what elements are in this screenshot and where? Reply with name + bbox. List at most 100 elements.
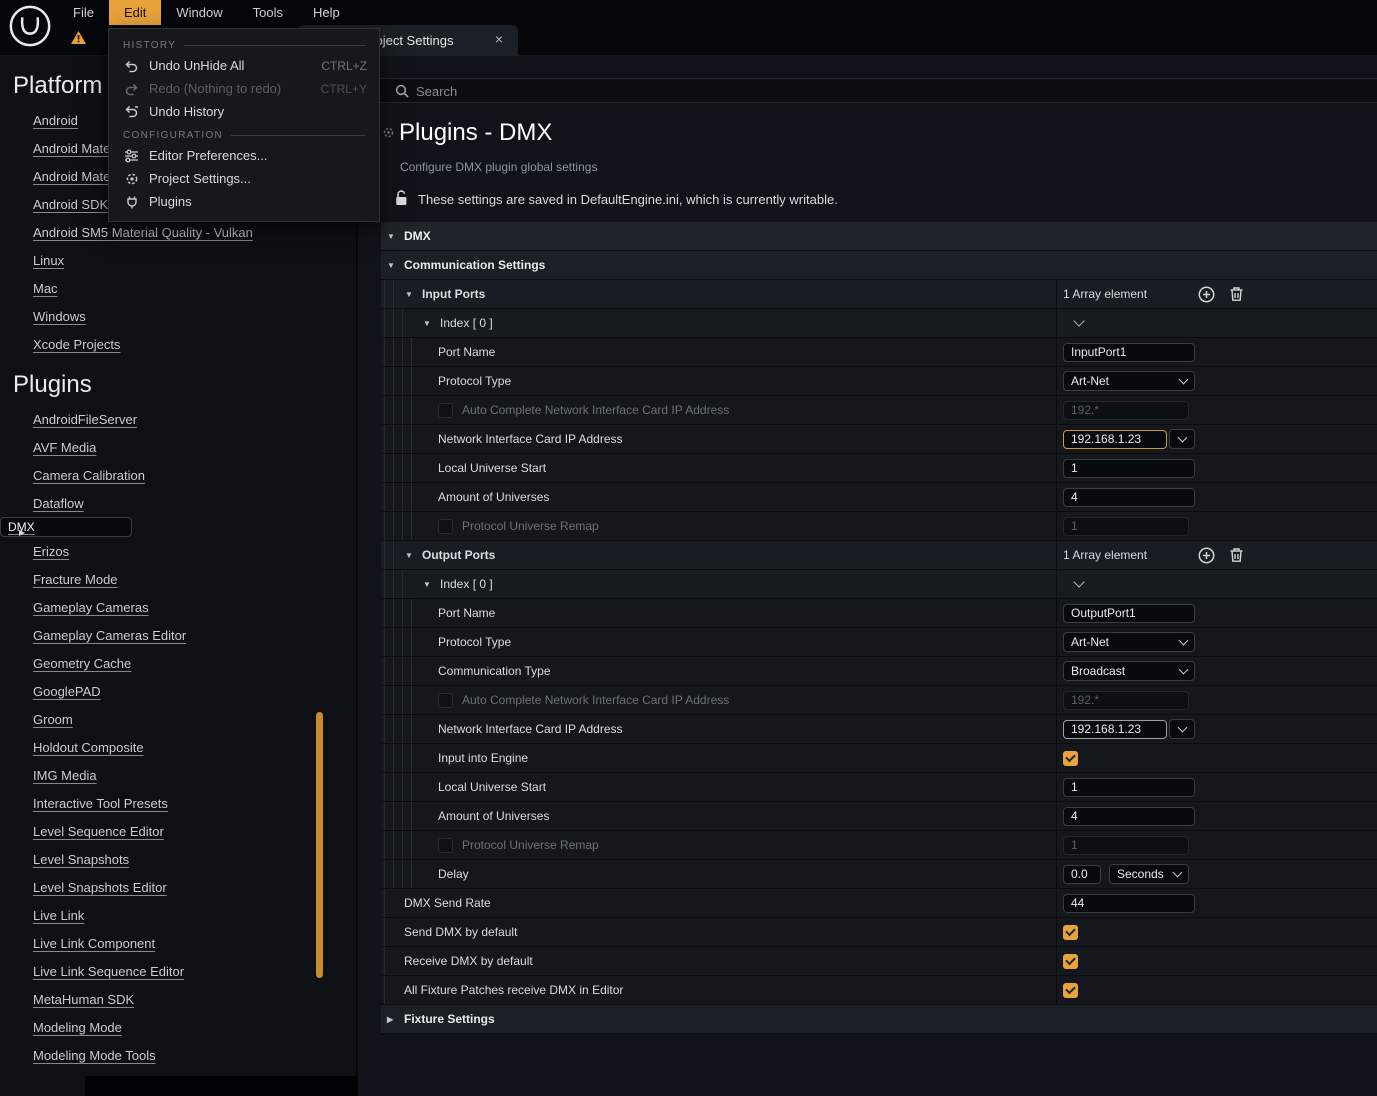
- sidebar-item-holdout-composite[interactable]: Holdout Composite: [0, 733, 356, 761]
- sidebar-item-live-link[interactable]: Live Link: [0, 901, 356, 929]
- sidebar-item-interactive-tool-presets[interactable]: Interactive Tool Presets: [0, 789, 356, 817]
- menu-item-undo-history[interactable]: Undo History: [109, 100, 379, 123]
- protocol-type-dropdown[interactable]: Art-Net: [1063, 632, 1195, 652]
- send-dmx-default-checkbox[interactable]: [1063, 925, 1078, 940]
- property-row-protocol-type: Protocol Type Art-Net: [381, 367, 1377, 396]
- menu-item-plugins[interactable]: Plugins: [109, 190, 379, 213]
- amount-of-universes-input[interactable]: [1063, 807, 1195, 826]
- local-universe-start-input[interactable]: [1063, 459, 1195, 478]
- selected-arrow-icon: [19, 528, 25, 537]
- triangle-right-icon[interactable]: [387, 1005, 404, 1034]
- sidebar-item-linux[interactable]: Linux: [0, 246, 356, 274]
- dmx-send-rate-input[interactable]: [1063, 894, 1195, 913]
- protocol-type-dropdown[interactable]: Art-Net: [1063, 371, 1195, 391]
- property-label: Auto Complete Network Interface Card IP …: [462, 403, 729, 417]
- sidebar-item-mac[interactable]: Mac: [0, 274, 356, 302]
- amount-of-universes-input[interactable]: [1063, 488, 1195, 507]
- port-name-input[interactable]: [1063, 343, 1195, 362]
- menu-file[interactable]: File: [58, 0, 109, 25]
- chevron-down-icon[interactable]: [1073, 576, 1084, 587]
- sidebar-item-level-snapshots-editor[interactable]: Level Snapshots Editor: [0, 873, 356, 901]
- search-input[interactable]: [416, 81, 1016, 101]
- nic-ip-dropdown-button[interactable]: [1169, 719, 1195, 739]
- universe-remap-checkbox[interactable]: [438, 519, 453, 534]
- index-label: Index [ 0 ]: [440, 577, 493, 591]
- property-row-protocol-universe-remap: Protocol Universe Remap: [381, 831, 1377, 860]
- sidebar-item-metahuman-sdk[interactable]: MetaHuman SDK: [0, 985, 356, 1013]
- category-label: Fixture Settings: [404, 1012, 495, 1026]
- nic-ip-dropdown-button[interactable]: [1169, 429, 1195, 449]
- unlocked-padlock-icon: [395, 190, 408, 209]
- array-count: 1 Array element: [1063, 287, 1147, 301]
- property-row-communication-type: Communication Type Broadcast: [381, 657, 1377, 686]
- chevron-down-icon: [1179, 375, 1189, 385]
- sidebar-item-level-snapshots[interactable]: Level Snapshots: [0, 845, 356, 873]
- sidebar-item-fracture-mode[interactable]: Fracture Mode: [0, 565, 356, 593]
- array-count: 1 Array element: [1063, 548, 1147, 562]
- sidebar-item-erizos[interactable]: Erizos: [0, 537, 356, 565]
- triangle-down-icon[interactable]: [387, 222, 404, 251]
- sidebar-item-dmx[interactable]: DMX: [0, 517, 132, 537]
- sidebar-item-camera-calibration[interactable]: Camera Calibration: [0, 461, 356, 489]
- sidebar-item-img-media[interactable]: IMG Media: [0, 761, 356, 789]
- property-row-receive-dmx-default: Receive DMX by default: [381, 947, 1377, 976]
- nic-ip-input[interactable]: [1063, 720, 1167, 739]
- sidebar-item-level-sequence-editor[interactable]: Level Sequence Editor: [0, 817, 356, 845]
- sidebar-item-geometry-cache[interactable]: Geometry Cache: [0, 649, 356, 677]
- triangle-down-icon[interactable]: [423, 309, 440, 338]
- warning-icon[interactable]: [70, 30, 87, 50]
- property-row-protocol-universe-remap: Protocol Universe Remap: [381, 512, 1377, 541]
- delete-elements-button[interactable]: [1229, 286, 1244, 302]
- sidebar-item-windows[interactable]: Windows: [0, 302, 356, 330]
- sidebar-item-xcode-projects[interactable]: Xcode Projects: [0, 330, 356, 358]
- add-element-button[interactable]: [1198, 547, 1215, 564]
- universe-remap-input: [1063, 517, 1189, 536]
- triangle-down-icon[interactable]: [423, 570, 440, 599]
- array-label: Input Ports: [422, 287, 485, 301]
- sidebar-item-live-link-component[interactable]: Live Link Component: [0, 929, 356, 957]
- ip-mask-input: [1063, 691, 1189, 710]
- triangle-down-icon[interactable]: [405, 541, 422, 570]
- local-universe-start-input[interactable]: [1063, 778, 1195, 797]
- sidebar-item-googlepad[interactable]: GooglePAD: [0, 677, 356, 705]
- property-label: Port Name: [438, 345, 495, 359]
- menu-edit[interactable]: Edit: [109, 0, 161, 25]
- nic-ip-input[interactable]: [1063, 430, 1167, 449]
- menu-item-undo[interactable]: Undo UnHide All CTRL+Z: [109, 54, 379, 77]
- port-name-input[interactable]: [1063, 604, 1195, 623]
- communication-type-dropdown[interactable]: Broadcast: [1063, 661, 1195, 681]
- sidebar-item-groom[interactable]: Groom: [0, 705, 356, 733]
- sidebar-item-android-sm5[interactable]: Android SM5 Material Quality - Vulkan: [0, 218, 356, 246]
- sidebar-scrollbar[interactable]: [316, 712, 323, 978]
- auto-complete-checkbox[interactable]: [438, 693, 453, 708]
- receive-dmx-default-checkbox[interactable]: [1063, 954, 1078, 969]
- add-element-button[interactable]: [1198, 286, 1215, 303]
- input-into-engine-checkbox[interactable]: [1063, 751, 1078, 766]
- delay-input[interactable]: [1063, 865, 1101, 884]
- sidebar-item-avf-media[interactable]: AVF Media: [0, 433, 356, 461]
- auto-complete-checkbox[interactable]: [438, 403, 453, 418]
- close-icon[interactable]: [492, 32, 506, 46]
- sidebar-item-gameplay-cameras[interactable]: Gameplay Cameras: [0, 593, 356, 621]
- triangle-down-icon[interactable]: [405, 280, 422, 309]
- sidebar-item-modeling-mode[interactable]: Modeling Mode: [0, 1013, 356, 1041]
- sidebar-item-androidfileserver[interactable]: AndroidFileServer: [0, 405, 356, 433]
- menu-window[interactable]: Window: [161, 0, 237, 25]
- sidebar-item-gameplay-cameras-editor[interactable]: Gameplay Cameras Editor: [0, 621, 356, 649]
- delay-unit-dropdown[interactable]: Seconds: [1109, 864, 1189, 884]
- menu-item-editor-preferences[interactable]: Editor Preferences...: [109, 144, 379, 167]
- delete-elements-button[interactable]: [1229, 547, 1244, 563]
- sidebar-item-modeling-mode-tools[interactable]: Modeling Mode Tools: [0, 1041, 356, 1069]
- chevron-down-icon[interactable]: [1073, 315, 1084, 326]
- sidebar-item-live-link-sequence-editor[interactable]: Live Link Sequence Editor: [0, 957, 356, 985]
- triangle-down-icon[interactable]: [387, 251, 404, 280]
- menu-tools[interactable]: Tools: [238, 0, 298, 25]
- sidebar-item-dataflow[interactable]: Dataflow: [0, 489, 356, 517]
- property-row-nic-ip: Network Interface Card IP Address: [381, 715, 1377, 744]
- menu-item-redo[interactable]: Redo (Nothing to redo) CTRL+Y: [109, 77, 379, 100]
- menu-item-project-settings[interactable]: Project Settings...: [109, 167, 379, 190]
- category-row-fixture-settings: Fixture Settings: [381, 1005, 1377, 1034]
- fixture-patches-checkbox[interactable]: [1063, 983, 1078, 998]
- universe-remap-checkbox[interactable]: [438, 838, 453, 853]
- menu-help[interactable]: Help: [298, 0, 355, 25]
